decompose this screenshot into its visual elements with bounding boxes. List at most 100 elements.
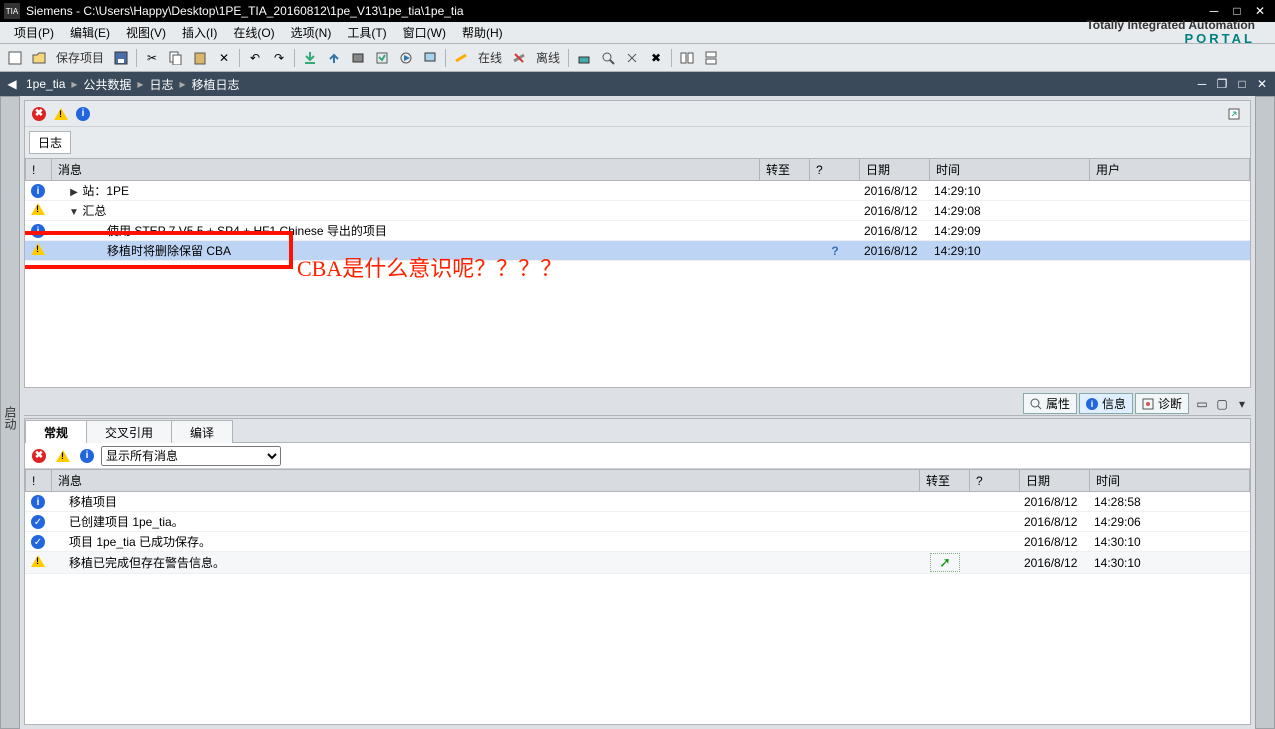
cross-ref-icon[interactable] xyxy=(621,47,643,69)
side-tab-tasks[interactable] xyxy=(1255,96,1275,729)
split-vertical-icon[interactable] xyxy=(700,47,722,69)
lower-tab-compile[interactable]: 编译 xyxy=(171,420,233,443)
filter-info-icon[interactable]: i xyxy=(73,104,93,124)
info-row[interactable]: ✓项目 1pe_tia 已成功保存。2016/8/1214:30:10 xyxy=(25,532,1250,552)
tab-diagnostics[interactable]: 诊断 xyxy=(1135,393,1189,414)
cancel-icon[interactable]: ✖ xyxy=(645,47,667,69)
tab-info[interactable]: i信息 xyxy=(1079,393,1133,414)
log-row[interactable]: ▼ 汇总2016/8/1214:29:08 xyxy=(25,201,1250,221)
inspector-pin-icon[interactable]: ▾ xyxy=(1233,396,1251,412)
info-icon: i xyxy=(31,224,45,238)
menu-help[interactable]: 帮助(H) xyxy=(454,22,511,43)
log-date: 2016/8/12 xyxy=(860,221,930,241)
menu-edit[interactable]: 编辑(E) xyxy=(62,22,118,43)
col-user[interactable]: 用户 xyxy=(1090,159,1250,181)
message-filter-select[interactable]: 显示所有消息 xyxy=(101,446,281,466)
col-q[interactable]: ? xyxy=(810,159,860,181)
filter-error-icon[interactable]: ✖ xyxy=(29,104,49,124)
expander-icon[interactable]: ▼ xyxy=(69,207,79,218)
device-icon[interactable] xyxy=(347,47,369,69)
log-msg: 汇总 xyxy=(82,204,106,218)
undo-icon[interactable]: ↶ xyxy=(244,47,266,69)
upload-icon[interactable] xyxy=(323,47,345,69)
log-row[interactable]: i使用 STEP 7 V5.5 + SP4 + HF1 Chinese 导出的项… xyxy=(25,221,1250,241)
lcol-date[interactable]: 日期 xyxy=(1020,470,1090,492)
new-project-icon[interactable] xyxy=(4,47,26,69)
inspector-expand-icon[interactable]: ▢ xyxy=(1213,396,1231,412)
lcol-icon[interactable]: ! xyxy=(26,470,52,492)
lfilter-warn-icon[interactable] xyxy=(53,446,73,466)
warn-icon xyxy=(31,243,45,255)
lfilter-error-icon[interactable]: ✖ xyxy=(29,446,49,466)
accessible-icon[interactable] xyxy=(573,47,595,69)
hmi-icon[interactable] xyxy=(419,47,441,69)
split-editor-icon[interactable] xyxy=(676,47,698,69)
redo-icon[interactable]: ↷ xyxy=(268,47,290,69)
menu-view[interactable]: 视图(V) xyxy=(118,22,174,43)
goto-icon[interactable]: ➚ xyxy=(930,553,960,572)
menu-tools[interactable]: 工具(T) xyxy=(339,22,394,43)
simulate-icon[interactable] xyxy=(395,47,417,69)
minimize-button[interactable]: ─ xyxy=(1203,3,1225,19)
maximize-button[interactable]: □ xyxy=(1226,3,1248,19)
download-icon[interactable] xyxy=(299,47,321,69)
filter-warn-icon[interactable] xyxy=(51,104,71,124)
lfilter-info-icon[interactable]: i xyxy=(77,446,97,466)
go-offline-icon[interactable] xyxy=(508,47,530,69)
info-row[interactable]: 移植已完成但存在警告信息。➚2016/8/1214:30:10 xyxy=(25,552,1250,574)
info-row[interactable]: ✓已创建项目 1pe_tia。2016/8/1214:29:06 xyxy=(25,512,1250,532)
paste-icon[interactable] xyxy=(189,47,211,69)
menu-insert[interactable]: 插入(I) xyxy=(174,22,225,43)
crumb-0[interactable]: 1pe_tia xyxy=(20,77,71,91)
crumb-3[interactable]: 移植日志 xyxy=(186,76,246,93)
export-log-icon[interactable] xyxy=(1224,104,1244,124)
expander-icon[interactable]: ▶ xyxy=(69,187,79,198)
editor-restore-icon[interactable]: ❐ xyxy=(1213,76,1231,92)
tab-properties[interactable]: 属性 xyxy=(1023,393,1077,414)
open-project-icon[interactable] xyxy=(28,47,50,69)
delete-icon[interactable]: ✕ xyxy=(213,47,235,69)
warn-icon xyxy=(31,555,45,567)
col-msg[interactable]: 消息 xyxy=(52,159,760,181)
menu-project[interactable]: 项目(P) xyxy=(6,22,62,43)
lcol-q[interactable]: ? xyxy=(970,470,1020,492)
log-time: 14:29:10 xyxy=(930,241,1090,261)
log-row[interactable]: i▶ 站：1PE2016/8/1214:29:10 xyxy=(25,181,1250,201)
lower-tab-crossref[interactable]: 交叉引用 xyxy=(86,420,172,443)
compile-icon[interactable] xyxy=(371,47,393,69)
cut-icon[interactable]: ✂ xyxy=(141,47,163,69)
log-msg: 站：1PE xyxy=(82,184,129,198)
inspector-tab-bar: 属性 i信息 诊断 ▭ ▢ ▾ xyxy=(24,392,1251,416)
editor-minimize-icon[interactable]: ─ xyxy=(1193,76,1211,92)
editor-close-icon[interactable]: ✕ xyxy=(1253,76,1271,92)
log-row[interactable]: 移植时将删除保留 CBA?2016/8/1214:29:10 xyxy=(25,241,1250,261)
crumb-1[interactable]: 公共数据 xyxy=(77,76,137,93)
col-date[interactable]: 日期 xyxy=(860,159,930,181)
inspector-collapse-icon[interactable]: ▭ xyxy=(1193,396,1211,412)
menu-window[interactable]: 窗口(W) xyxy=(395,22,454,43)
editor-maximize-icon[interactable]: □ xyxy=(1233,76,1251,92)
save-icon[interactable] xyxy=(110,47,132,69)
col-time[interactable]: 时间 xyxy=(930,159,1090,181)
search-device-icon[interactable] xyxy=(597,47,619,69)
info-icon: i xyxy=(31,184,45,198)
crumb-2[interactable]: 日志 xyxy=(143,76,179,93)
lcol-goto[interactable]: 转至 xyxy=(920,470,970,492)
col-icon[interactable]: ! xyxy=(26,159,52,181)
copy-icon[interactable] xyxy=(165,47,187,69)
close-button[interactable]: ✕ xyxy=(1249,3,1271,19)
menu-options[interactable]: 选项(N) xyxy=(283,22,340,43)
title-bar: TIA Siemens - C:\Users\Happy\Desktop\1PE… xyxy=(0,0,1275,22)
save-project-label: 保存项目 xyxy=(52,49,108,66)
log-time: 14:29:08 xyxy=(930,201,1090,221)
info-row[interactable]: i移植项目2016/8/1214:28:58 xyxy=(25,492,1250,512)
lcol-time[interactable]: 时间 xyxy=(1090,470,1250,492)
go-online-icon[interactable] xyxy=(450,47,472,69)
lcol-msg[interactable]: 消息 xyxy=(52,470,920,492)
breadcrumb-prev-icon[interactable]: ◀ xyxy=(4,75,20,93)
lower-tab-general[interactable]: 常规 xyxy=(25,420,87,443)
log-table: ! 消息 转至 ? 日期 时间 用户 xyxy=(25,158,1250,181)
menu-online[interactable]: 在线(O) xyxy=(225,22,282,43)
side-tab-start[interactable]: 启动 xyxy=(0,96,20,729)
col-goto[interactable]: 转至 xyxy=(760,159,810,181)
